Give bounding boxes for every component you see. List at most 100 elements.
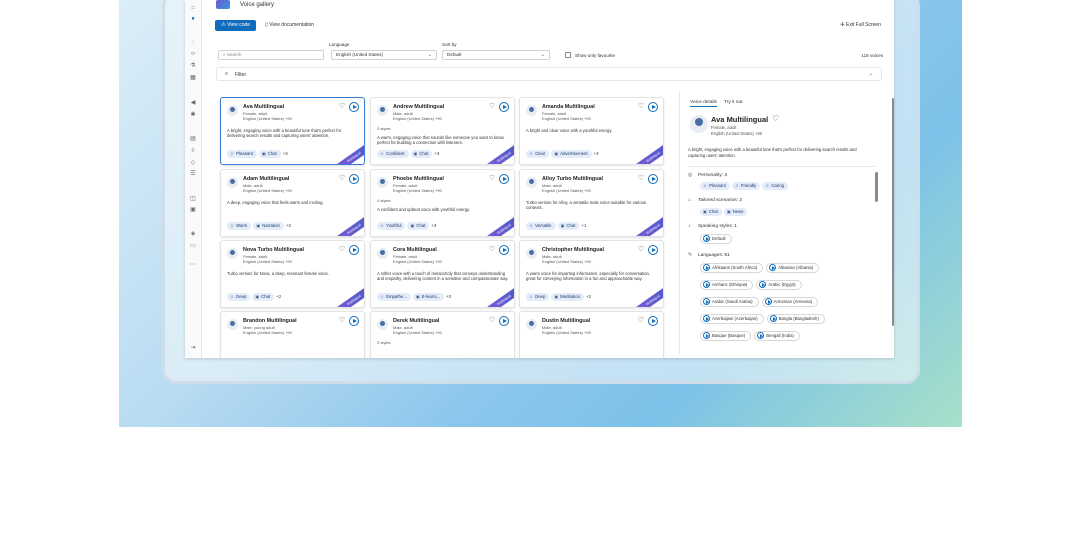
code-icon[interactable]: ‹› — [189, 51, 197, 58]
favourite-heart-icon[interactable]: ♡ — [489, 317, 495, 325]
tag-chip[interactable]: ▣ Narration — [253, 222, 284, 230]
favourite-heart-icon[interactable]: ♡ — [638, 246, 644, 254]
more-icon[interactable]: ⋯ — [189, 262, 197, 269]
search-input[interactable]: ⌕ Search — [218, 50, 324, 60]
tag-chip[interactable]: ▣ E-learni... — [412, 293, 445, 301]
tag-chip[interactable]: ☺ Pleasant — [700, 182, 730, 190]
play-sample-icon[interactable] — [349, 102, 359, 112]
voice-card[interactable]: Derek Multilingual Male, adult English (Un… — [370, 311, 515, 358]
speech-icon[interactable]: ◀ — [189, 100, 197, 107]
chat-icon[interactable]: ◌ — [189, 40, 197, 47]
voice-card[interactable]: Cora Multilingual Female, adult English (U… — [370, 240, 515, 308]
play-sample-icon[interactable] — [648, 102, 658, 112]
people-icon[interactable]: ☰ — [189, 171, 197, 178]
voice-card[interactable]: Brandon Multilingual Male, young adult Eng… — [220, 311, 365, 358]
tag-chip[interactable]: ☺ Empathe... — [377, 293, 411, 301]
play-sample-icon[interactable] — [349, 174, 359, 184]
favourite-heart-icon[interactable]: ♡ — [638, 317, 644, 325]
play-sample-icon[interactable] — [648, 174, 658, 184]
play-sample-icon[interactable] — [499, 174, 509, 184]
tag-chip[interactable]: ▣ Chat — [410, 150, 433, 158]
favourite-heart-icon[interactable]: ♡ — [339, 103, 345, 111]
filter-bar[interactable]: ≡ Filter ⌄ — [216, 67, 882, 81]
play-sample-icon[interactable] — [349, 316, 359, 326]
play-sample-icon[interactable] — [499, 102, 509, 112]
favourite-heart-icon[interactable]: ♡ — [489, 103, 495, 111]
voice-card[interactable]: Adam Multilingual Male, adult English (Uni… — [220, 169, 365, 237]
tag-chip[interactable]: ☺ Confident — [377, 150, 409, 158]
voice-card[interactable]: Nova Turbo Multilingual Female, adult Engl… — [220, 240, 365, 308]
language-chip[interactable]: Amharic (Ethiopia) — [700, 280, 754, 290]
voice-card[interactable]: Phoebe Multilingual Female, adult English … — [370, 169, 515, 237]
voice-card[interactable]: Dustin Multilingual Male, adult English (U… — [519, 311, 664, 358]
language-chip[interactable]: Azerbaijani (Azerbaijan) — [700, 314, 764, 324]
monitor-icon[interactable]: ▭ — [189, 243, 197, 250]
collapse-icon[interactable]: ⇥ — [189, 345, 197, 352]
detail-scrollbar[interactable] — [875, 172, 878, 202]
tag-chip[interactable]: ▣ Chat — [700, 208, 722, 216]
voice-card[interactable]: Amanda Multilingual Female, adult English … — [519, 97, 664, 165]
cube-icon[interactable]: ◈ — [189, 231, 197, 238]
sort-select[interactable]: Default ⌄ — [442, 50, 550, 60]
tag-chip[interactable]: ▣ Advertisement — [551, 150, 592, 158]
tag-chip[interactable]: ☺ Deep — [526, 293, 550, 301]
tab-try-it-out[interactable]: Try it out — [724, 100, 742, 105]
play-sample-icon[interactable] — [648, 245, 658, 255]
tag-chip[interactable]: ☺ Clear — [526, 150, 550, 158]
language-chip[interactable]: Arabic (Saudi Arabia) — [700, 297, 759, 307]
tag-chip[interactable]: ☺ Youthful — [377, 222, 406, 230]
exit-full-screen-button[interactable]: ✣ Exit Full Screen — [840, 20, 881, 31]
view-code-button[interactable]: ‹/› View code — [215, 20, 257, 31]
document-icon[interactable]: ▣ — [189, 207, 197, 214]
favourite-heart-icon[interactable]: ♡ — [638, 103, 644, 111]
layers-icon[interactable]: ◫ — [189, 196, 197, 203]
tag-chip[interactable]: ☺ Friendly — [731, 182, 761, 190]
favourite-heart-icon[interactable]: ♡ — [772, 114, 779, 123]
tag-chip[interactable]: ▣ Meditation — [551, 293, 584, 301]
voice-card[interactable]: Ava Multilingual Female, adult English (Un… — [220, 97, 365, 165]
language-chip[interactable]: Bengali (India) — [754, 331, 800, 341]
tag-chip[interactable]: ☺ Deep — [227, 293, 251, 301]
play-sample-icon[interactable] — [499, 245, 509, 255]
tag-chip[interactable]: ▣ Chat — [407, 222, 430, 230]
tag-chip[interactable]: ▣ Chat — [258, 150, 281, 158]
tag-icon[interactable]: ◇ — [189, 160, 197, 167]
tag-chip[interactable]: ☺ Warm — [227, 222, 252, 230]
favourites-checkbox[interactable] — [565, 52, 571, 58]
voice-card[interactable]: Andrew Multilingual Male, adult English (U… — [370, 97, 515, 165]
favourite-heart-icon[interactable]: ♡ — [489, 175, 495, 183]
play-sample-icon[interactable] — [499, 316, 509, 326]
favourite-heart-icon[interactable]: ♡ — [638, 175, 644, 183]
language-chip[interactable]: Basque (Basque) — [700, 331, 752, 341]
language-select[interactable]: English (United States) ⌄ — [331, 50, 437, 60]
tag-chip[interactable]: ▣ Chat — [557, 222, 580, 230]
settings-icon[interactable]: ✱ — [189, 112, 197, 119]
voice-card[interactable]: Christopher Multilingual Male, adult Engli… — [519, 240, 664, 308]
gallery-icon[interactable]: ● — [189, 16, 197, 23]
language-chip[interactable]: Bangla (Bangladesh) — [766, 314, 825, 324]
language-chip[interactable]: Default — [700, 234, 732, 244]
tag-chip[interactable]: ▣ Chat — [252, 293, 275, 301]
view-documentation-button[interactable]: ▯ View documentation — [265, 20, 314, 31]
favourite-heart-icon[interactable]: ♡ — [489, 246, 495, 254]
favourite-heart-icon[interactable]: ♡ — [339, 175, 345, 183]
tag-chip[interactable]: ☺ Pleasant — [227, 150, 257, 158]
shield-icon[interactable]: ◊ — [189, 148, 197, 155]
play-sample-icon[interactable] — [349, 245, 359, 255]
tag-chip[interactable]: ▣ News — [723, 208, 748, 216]
tag-chip[interactable]: ☺ Caring — [762, 182, 788, 190]
tab-voice-details[interactable]: Voice details — [690, 100, 717, 107]
page-scrollbar[interactable] — [892, 98, 894, 326]
database-icon[interactable]: ▤ — [189, 136, 197, 143]
favourite-heart-icon[interactable]: ♡ — [339, 246, 345, 254]
language-chip[interactable]: Afrikaans (South Africa) — [700, 263, 764, 273]
home-icon[interactable]: ⌂ — [189, 5, 197, 12]
voice-card[interactable]: Alloy Turbo Multilingual Male, adult Engli… — [519, 169, 664, 237]
favourite-heart-icon[interactable]: ♡ — [339, 317, 345, 325]
language-chip[interactable]: Albanian (Albania) — [766, 263, 820, 273]
tag-chip[interactable]: ☺ Versatile — [526, 222, 556, 230]
grid-icon[interactable]: ▦ — [189, 75, 197, 82]
language-chip[interactable]: Armenian (Armenia) — [761, 297, 819, 307]
play-sample-icon[interactable] — [648, 316, 658, 326]
flask-icon[interactable]: ⚗ — [189, 63, 197, 70]
